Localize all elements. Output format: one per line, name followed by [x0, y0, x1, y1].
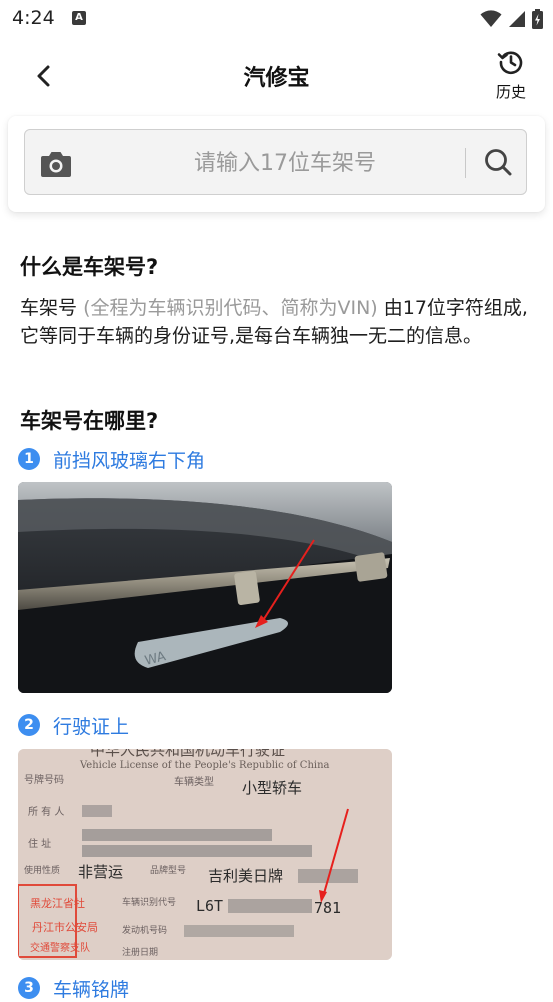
license-vin-prefix: L6T [196, 897, 223, 915]
svg-text:车辆识别代号: 车辆识别代号 [122, 896, 176, 908]
license-stamp-line2: 丹江市公安局 [32, 920, 98, 934]
svg-text:号牌号码: 号牌号码 [24, 773, 64, 786]
svg-text:品牌型号: 品牌型号 [150, 864, 186, 876]
license-title-cn: 中华人民共和国机动车行驶证 [90, 749, 285, 759]
license-use-character: 非营运 [78, 863, 123, 881]
step-nameplate: 3 车辆铭牌 [18, 974, 129, 1002]
step-license: 2 行驶证上 [18, 711, 129, 739]
license-stamp-line3: 交通警察支队 [30, 941, 90, 954]
step-label: 车辆铭牌 [53, 978, 130, 1001]
wifi-icon [480, 10, 502, 27]
step-label: 前挡风玻璃右下角 [53, 449, 206, 472]
svg-text:所 有 人: 所 有 人 [28, 805, 64, 818]
history-label: 历史 [495, 83, 526, 101]
vin-search-input[interactable] [103, 130, 467, 196]
step-windshield: 1 前挡风玻璃右下角 [18, 445, 205, 473]
battery-icon [532, 9, 543, 29]
camera-icon[interactable] [39, 150, 73, 178]
history-icon [497, 51, 523, 75]
vin-desc-note: (全程为车辆识别代码、简称为VIN) [83, 297, 378, 319]
svg-text:住 址: 住 址 [28, 837, 51, 850]
search-box [24, 129, 527, 196]
vin-description: 车架号 (全程为车辆识别代码、简称为VIN) 由17位字符组成,它等同于车辆的身… [20, 294, 530, 350]
title-bar: 汽修宝 历史 [0, 38, 553, 114]
license-photo: 中华人民共和国机动车行驶证 Vehicle License of the Peo… [18, 749, 392, 960]
license-title-en: Vehicle License of the People's Republic… [79, 760, 330, 771]
search-icon[interactable] [483, 147, 513, 177]
svg-text:使用性质: 使用性质 [24, 864, 60, 876]
license-image: 中华人民共和国机动车行驶证 Vehicle License of the Peo… [18, 749, 392, 960]
what-vin-heading: 什么是车架号? [20, 255, 159, 279]
step-number: 3 [18, 977, 40, 999]
svg-text:发动机号码: 发动机号码 [122, 924, 167, 936]
windshield-photo: WA [18, 482, 392, 693]
svg-text:注册日期: 注册日期 [122, 946, 158, 958]
svg-text:车辆类型: 车辆类型 [174, 775, 214, 788]
license-model: 吉利美日牌 [208, 867, 283, 885]
signal-icon [509, 11, 525, 27]
notification-icon: A [72, 11, 86, 25]
status-time: 4:24 [12, 7, 55, 29]
search-card [8, 116, 545, 212]
step-number: 2 [18, 714, 40, 736]
license-vehicle-type: 小型轿车 [242, 779, 302, 797]
step-number: 1 [18, 448, 40, 470]
license-stamp-line1: 黑龙江省牡 [30, 896, 85, 910]
windshield-image: WA [18, 482, 392, 693]
where-vin-heading: 车架号在哪里? [20, 409, 159, 433]
history-button[interactable]: 历史 [491, 48, 531, 102]
search-divider [465, 148, 466, 178]
step-label: 行驶证上 [53, 715, 130, 738]
status-bar: 4:24 A [0, 0, 553, 38]
vin-desc-lead: 车架号 [20, 297, 78, 319]
page-title: 汽修宝 [243, 66, 310, 91]
license-vin-suffix: 781 [314, 899, 341, 917]
status-icons [480, 9, 543, 29]
